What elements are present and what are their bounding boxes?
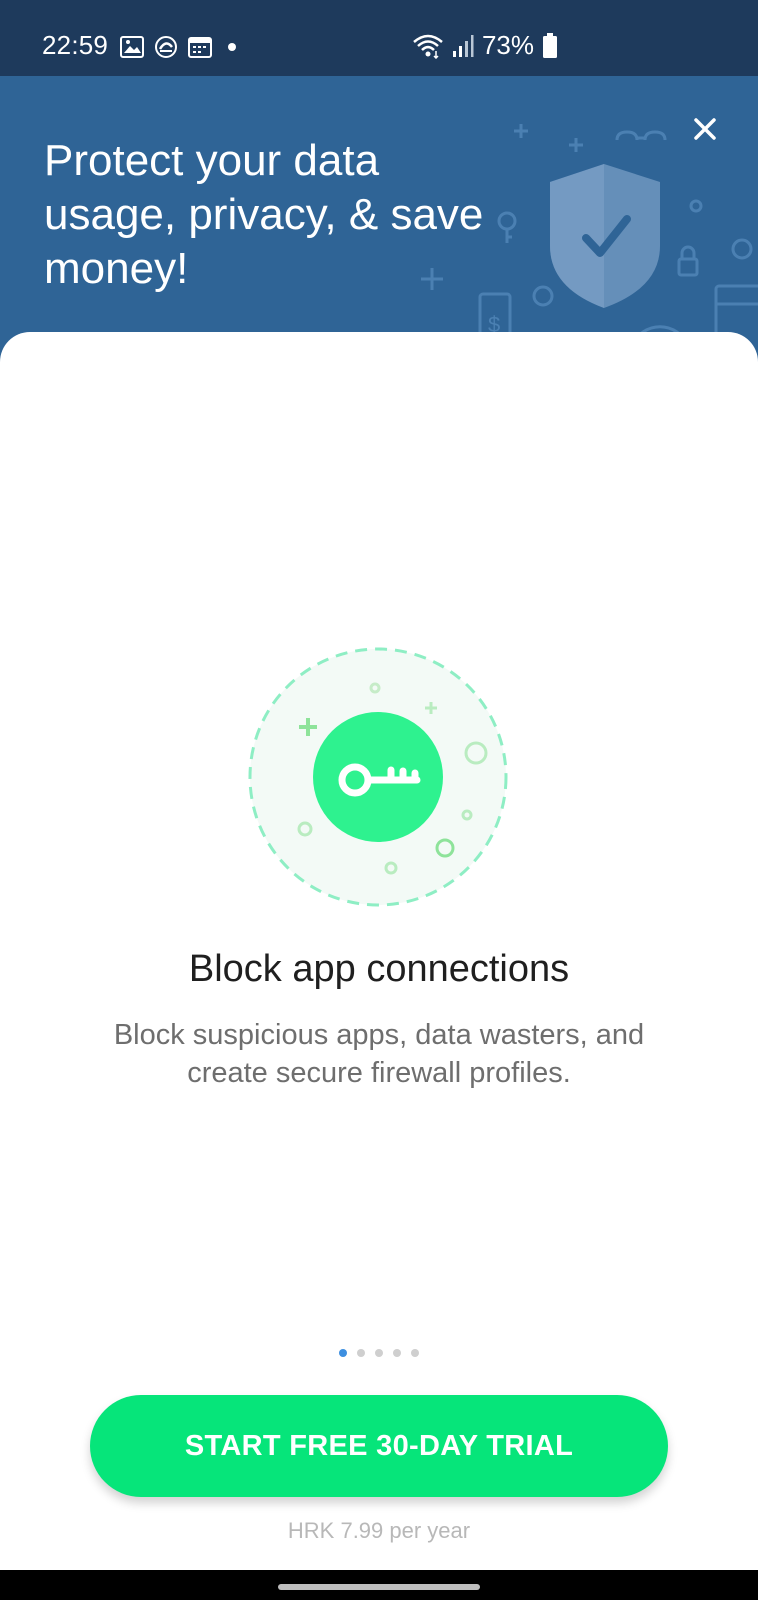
dot-icon (228, 43, 236, 51)
start-trial-button[interactable]: START FREE 30-DAY TRIAL (90, 1395, 668, 1497)
feature-title: Block app connections (188, 948, 570, 990)
system-status: 73% (412, 30, 558, 61)
status-time: 22:59 (42, 30, 109, 60)
header-title: Protect your data usage, privacy, & save… (44, 136, 484, 293)
status-bar: 22:59 73% (0, 0, 758, 76)
battery-percent: 73% (481, 30, 534, 60)
header-banner: $ Protect your data usage, privacy, & sa… (0, 76, 758, 366)
page-dot-4[interactable] (393, 1349, 401, 1357)
page-indicator (0, 1349, 758, 1357)
wifi-icon (413, 34, 443, 59)
close-icon (694, 118, 716, 140)
feature-illustration (248, 647, 508, 907)
signal-icon (452, 34, 474, 57)
home-gesture-handle[interactable] (278, 1584, 480, 1590)
price-label: HRK 7.99 per year (287, 1518, 471, 1543)
navigation-bar (0, 1570, 758, 1600)
calendar-icon (188, 37, 212, 58)
close-button[interactable] (688, 112, 722, 146)
image-icon (120, 36, 144, 58)
page-dot-1[interactable] (339, 1349, 347, 1357)
sync-icon (155, 36, 177, 58)
feature-description: Block suspicious apps, data wasters, and… (113, 1019, 645, 1089)
battery-icon (543, 32, 557, 58)
notification-icons (120, 34, 240, 60)
page-dot-5[interactable] (411, 1349, 419, 1357)
page-dot-2[interactable] (357, 1349, 365, 1357)
page-dot-3[interactable] (375, 1349, 383, 1357)
